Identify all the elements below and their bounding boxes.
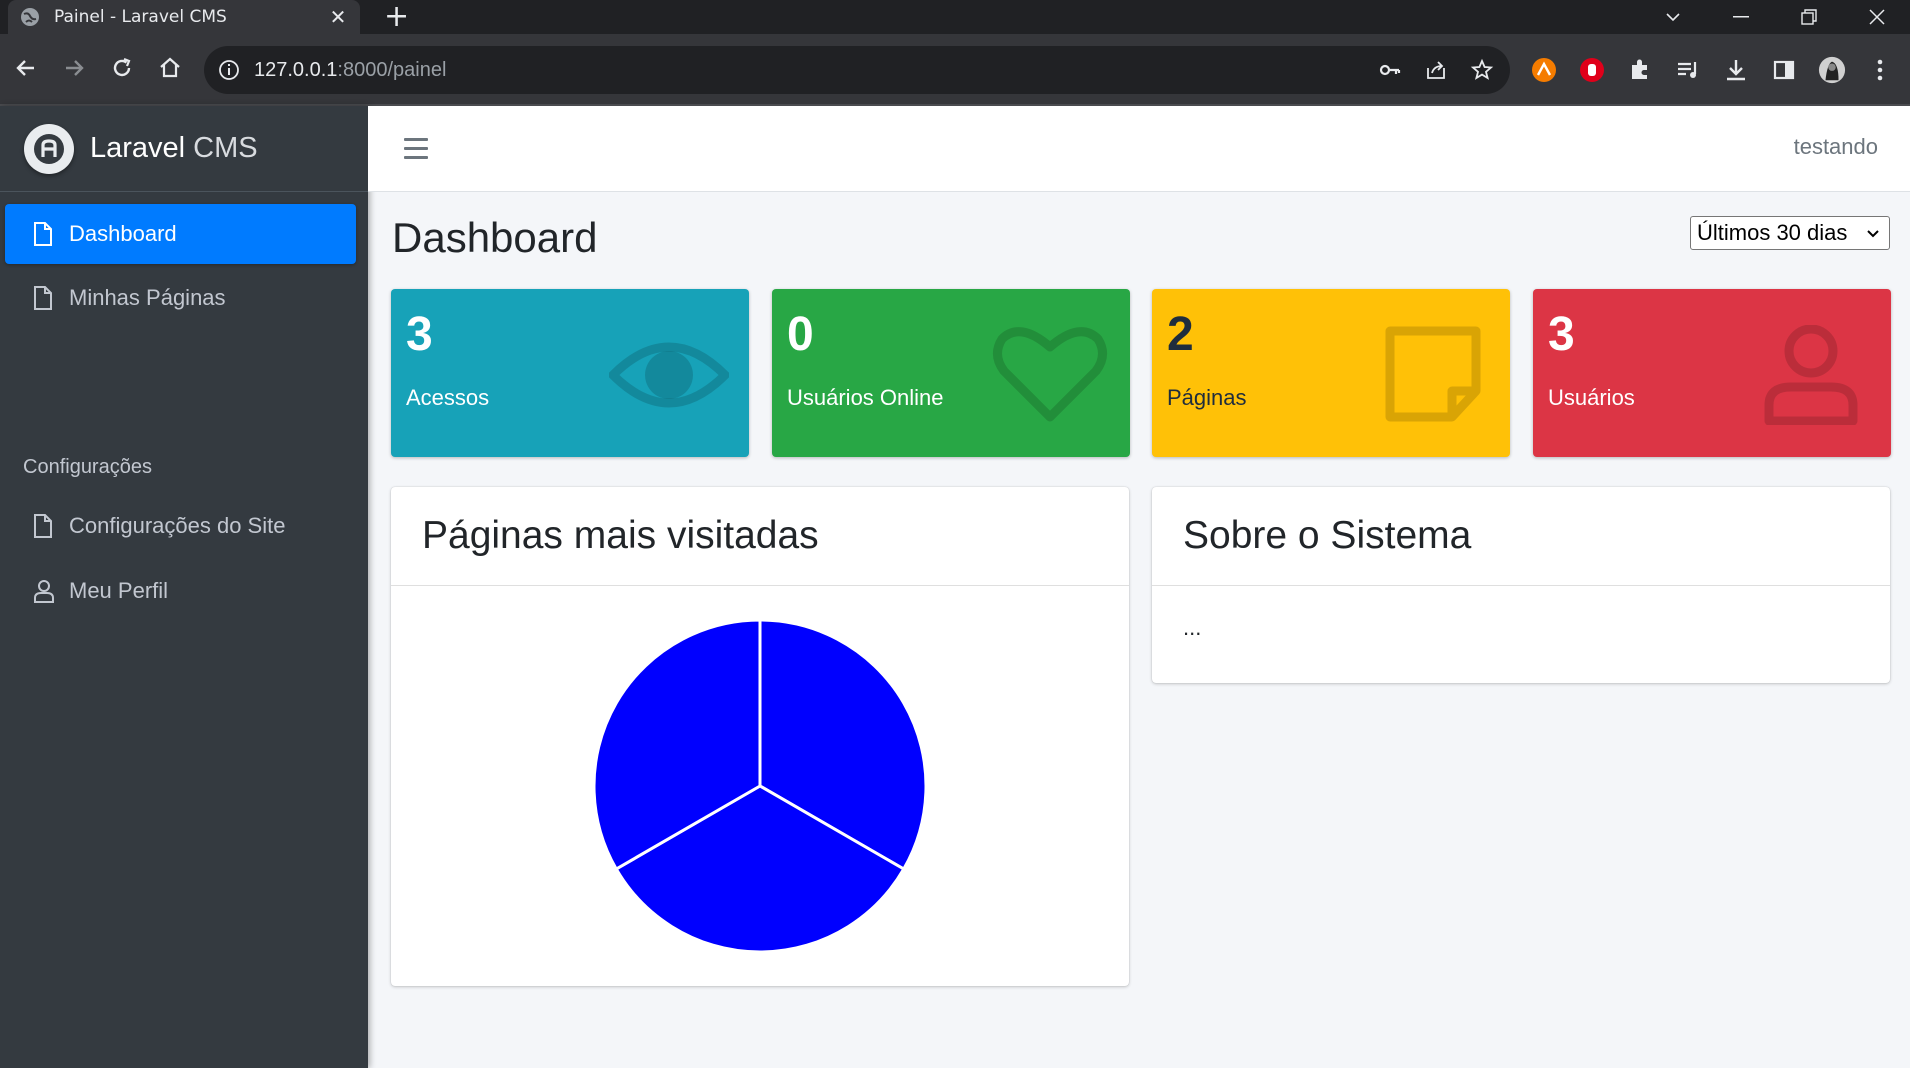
card-header: Páginas mais visitadas: [391, 487, 1129, 586]
card-title: Páginas mais visitadas: [422, 514, 819, 557]
extension-orange-icon[interactable]: [1530, 56, 1558, 84]
tab-search-icon[interactable]: [1638, 0, 1708, 34]
key-icon[interactable]: [1378, 58, 1402, 82]
stat-count: 3: [406, 308, 433, 361]
tab-title: Painel - Laravel CMS: [54, 7, 227, 27]
close-tab-icon[interactable]: ✕: [328, 5, 348, 29]
stat-box-usuarios: 3 Usuários: [1533, 289, 1891, 457]
stat-box-acessos: 3 Acessos: [391, 289, 749, 457]
browser-tab[interactable]: Painel - Laravel CMS ✕: [8, 0, 360, 34]
stat-count: 3: [1548, 308, 1575, 361]
date-range-select[interactable]: Últimos 30 dias: [1690, 216, 1890, 250]
sidebar-item-configuracoes-site[interactable]: Configurações do Site: [5, 496, 356, 556]
user-menu[interactable]: testando: [1794, 134, 1878, 160]
hamburger-menu-icon[interactable]: [404, 138, 428, 160]
sidebar-header-configuracoes: Configurações: [23, 456, 152, 478]
media-icon[interactable]: [1674, 56, 1702, 84]
back-icon[interactable]: [10, 52, 42, 84]
profile-avatar-icon[interactable]: [1818, 56, 1846, 84]
puzzle-icon[interactable]: [1626, 56, 1654, 84]
user-icon: [33, 579, 57, 603]
pie-chart: [592, 618, 928, 954]
file-icon: [33, 222, 57, 246]
menu-kebab-icon[interactable]: [1866, 56, 1894, 84]
file-icon: [33, 286, 57, 310]
sidebar-item-label: Configurações do Site: [69, 513, 286, 538]
sidebar-item-label: Meu Perfil: [69, 578, 169, 603]
file-icon: [33, 514, 57, 538]
card-paginas-mais-visitadas: Páginas mais visitadas: [391, 487, 1129, 986]
browser-toolbar: 127.0.0.1:8000/painel: [0, 34, 1910, 106]
sticky-note-icon: [1385, 326, 1481, 422]
sidebar-item-dashboard[interactable]: Dashboard: [5, 204, 356, 264]
forward-icon[interactable]: [58, 52, 90, 84]
home-icon[interactable]: [154, 52, 186, 84]
url-text[interactable]: 127.0.0.1:8000/painel: [254, 59, 446, 82]
share-icon[interactable]: [1424, 58, 1448, 82]
eye-icon: [609, 342, 729, 408]
chevron-down-icon: [1867, 230, 1879, 238]
address-bar[interactable]: 127.0.0.1:8000/painel: [204, 46, 1510, 94]
restore-icon[interactable]: [1774, 0, 1844, 34]
reload-icon[interactable]: [106, 52, 138, 84]
stat-box-usuarios-online: 0 Usuários Online: [772, 289, 1130, 457]
sidebar-item-minhas-paginas[interactable]: Minhas Páginas: [5, 268, 356, 328]
download-icon[interactable]: [1722, 56, 1750, 84]
sidebar-item-meu-perfil[interactable]: Meu Perfil: [5, 561, 356, 621]
brand-logo-icon: [24, 123, 74, 174]
heart-icon: [993, 327, 1107, 422]
sidebar-item-label: Minhas Páginas: [69, 285, 226, 310]
sidebar: Laravel CMS Dashboard Minhas Páginas Con…: [0, 106, 368, 1068]
adblock-icon[interactable]: [1578, 56, 1606, 84]
new-tab-icon[interactable]: +: [384, 2, 409, 32]
sidebar-item-label: Dashboard: [69, 221, 177, 246]
close-window-icon[interactable]: [1842, 0, 1910, 34]
browser-tab-bar: Painel - Laravel CMS ✕ +: [0, 0, 1910, 34]
stat-label: Acessos: [406, 385, 490, 410]
page-title: Dashboard: [392, 214, 598, 261]
stat-count: 2: [1167, 308, 1194, 361]
stat-label: Usuários: [1548, 385, 1635, 410]
stat-label: Usuários Online: [787, 385, 944, 410]
globe-icon: [21, 8, 39, 26]
card-sobre-o-sistema: Sobre o Sistema ...: [1152, 487, 1890, 683]
card-title: Sobre o Sistema: [1183, 514, 1472, 557]
brand-name: Laravel CMS: [90, 132, 258, 164]
side-panel-icon[interactable]: [1770, 56, 1798, 84]
stat-label: Páginas: [1167, 385, 1247, 410]
card-body-text: ...: [1183, 615, 1202, 640]
info-icon[interactable]: [218, 59, 240, 81]
stat-box-paginas: 2 Páginas: [1152, 289, 1510, 457]
star-icon[interactable]: [1470, 58, 1494, 82]
stat-count: 0: [787, 308, 814, 361]
minimize-icon[interactable]: [1706, 0, 1776, 34]
top-navbar: testando: [368, 106, 1910, 192]
brand-link[interactable]: Laravel CMS: [0, 106, 368, 192]
user-icon: [1764, 325, 1858, 425]
card-header: Sobre o Sistema: [1152, 487, 1890, 586]
date-range-value: Últimos 30 dias: [1697, 220, 1848, 245]
